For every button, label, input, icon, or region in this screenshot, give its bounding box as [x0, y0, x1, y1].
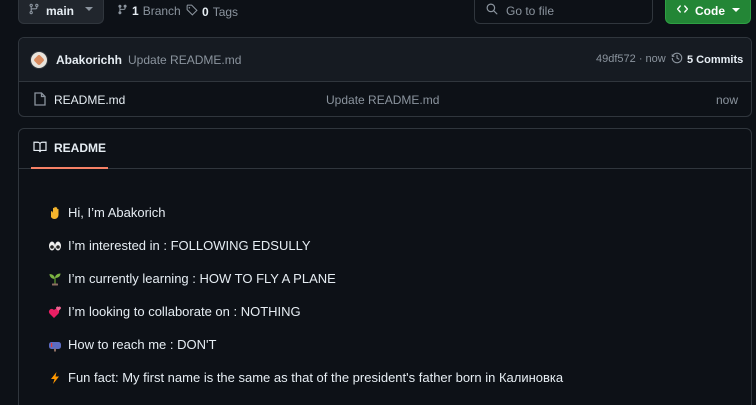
file-list: Abakorichh Update README.md 49df572 · no…	[18, 37, 752, 117]
readme-tab-label: README	[54, 141, 107, 155]
list-item: I’m currently learning : HOW TO FLY A PL…	[47, 262, 563, 295]
tag-label: Tags	[212, 4, 239, 19]
list-item: I’m looking to collaborate on : NOTHING	[47, 295, 563, 328]
commits-count: 5 Commits	[687, 53, 744, 66]
readme-header: README	[19, 129, 751, 169]
branches-link[interactable]: 1 Branch	[117, 4, 181, 18]
readme-line-text: I’m interested in : FOLLOWING EDSULLY	[68, 238, 311, 253]
code-button[interactable]: Code	[665, 0, 751, 24]
branch-label: Branch	[142, 4, 181, 18]
readme-line-text: I’m looking to collaborate on : NOTHING	[68, 304, 301, 319]
readme-line-text: Fun fact: My first name is the same as t…	[68, 370, 564, 385]
latest-commit-row: Abakorichh Update README.md 49df572 · no…	[19, 38, 751, 82]
mailbox-emoji	[47, 337, 62, 352]
table-row[interactable]: README.md Update README.md now	[19, 82, 751, 116]
file-icon	[34, 91, 46, 109]
seedling-emoji	[47, 271, 62, 286]
commit-author[interactable]: Abakorichh	[56, 53, 122, 67]
readme-line-text: I’m currently learning : HOW TO FLY A PL…	[68, 271, 336, 286]
file-name[interactable]: README.md	[54, 93, 125, 107]
file-time: now	[715, 93, 738, 107]
list-item: How to reach me : DON'T	[47, 328, 563, 361]
history-icon	[671, 52, 683, 67]
revolving-hearts-emoji	[47, 304, 62, 319]
commit-hash-time[interactable]: 49df572 · now	[596, 53, 666, 65]
list-item: Hi, I’m Abakorich	[47, 196, 563, 229]
search-icon	[486, 3, 498, 18]
go-to-file-input[interactable]	[506, 3, 646, 18]
avatar[interactable]	[30, 50, 48, 69]
high-voltage-emoji	[47, 370, 62, 385]
go-to-file-box[interactable]	[474, 0, 653, 24]
commits-history-link[interactable]: 5 Commits	[671, 52, 743, 67]
eyes-emoji	[47, 238, 62, 253]
list-item: Fun fact: My first name is the same as t…	[47, 361, 563, 394]
tag-icon	[186, 4, 198, 19]
commit-message[interactable]: Update README.md	[128, 53, 241, 67]
chevron-down-icon	[85, 7, 93, 11]
readme-panel: README Hi, I’m Abakorich I’m interested …	[18, 128, 752, 405]
readme-line-text: How to reach me : DON'T	[68, 337, 217, 352]
book-icon	[33, 141, 47, 156]
tags-link[interactable]: 0 Tags	[186, 4, 238, 19]
code-icon	[676, 3, 689, 18]
repo-toolbar: main 1 Branch 0 Tags Code	[0, 0, 756, 24]
tab-readme[interactable]: README	[31, 129, 109, 169]
code-button-label: Code	[695, 3, 725, 18]
tag-count: 0	[202, 4, 209, 19]
branch-count: 1	[132, 4, 139, 18]
chevron-down-icon	[732, 8, 740, 12]
branch-selector-button[interactable]: main	[18, 0, 104, 24]
list-item: I’m interested in : FOLLOWING EDSULLY	[47, 229, 563, 262]
file-commit-message[interactable]: Update README.md	[326, 93, 439, 107]
git-branch-icon	[117, 4, 128, 18]
waving-hand-emoji	[47, 205, 62, 220]
readme-line-text: Hi, I’m Abakorich	[68, 205, 166, 220]
git-branch-icon	[28, 3, 40, 18]
branch-name: main	[46, 3, 75, 18]
readme-content: Hi, I’m Abakorich I’m interested in : FO…	[47, 196, 563, 394]
